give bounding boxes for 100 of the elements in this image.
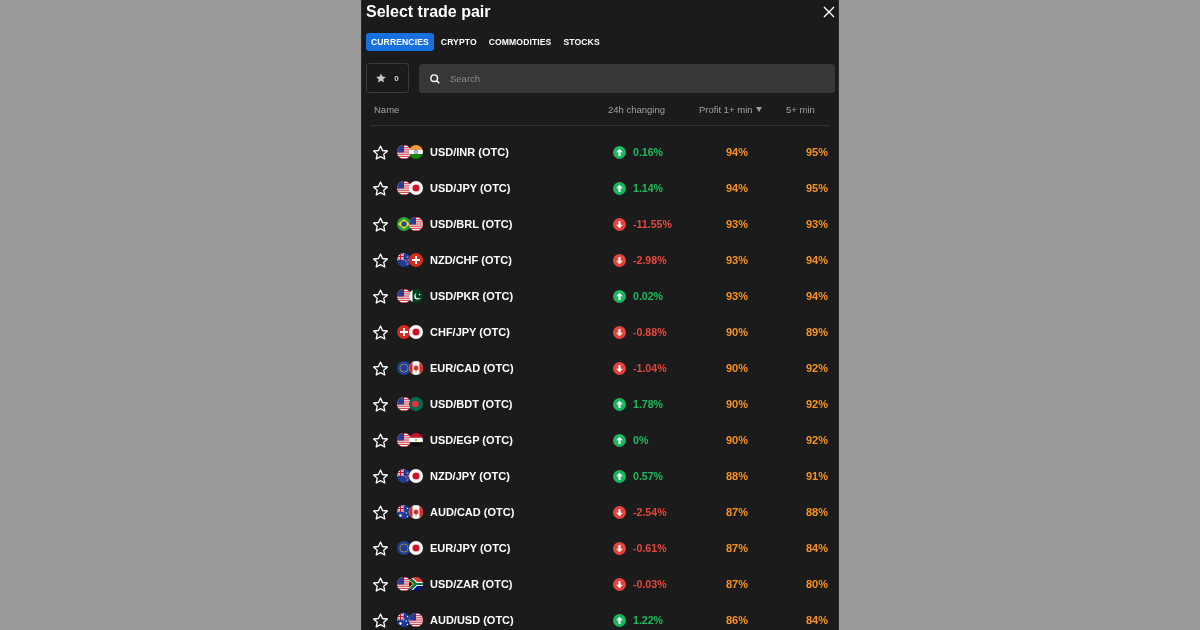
search-field[interactable]: Search [419, 64, 835, 93]
profit-value: 87% [725, 578, 749, 590]
profit-value: 88% [805, 506, 829, 518]
profit-value: 91% [805, 470, 829, 482]
profit-value: 92% [805, 398, 829, 410]
change-value: 0% [633, 434, 649, 446]
profit-value: 89% [805, 326, 829, 338]
pair-name: USD/PKR (OTC) [430, 290, 514, 302]
arrow-up-icon [613, 145, 626, 159]
profit-value: 94% [725, 182, 749, 194]
favorite-star-icon[interactable] [373, 324, 388, 340]
flag-pair-icon [397, 397, 423, 411]
change-value: -2.98% [633, 254, 667, 266]
pair-name: USD/BRL (OTC) [430, 218, 513, 230]
profit-value: 86% [725, 614, 749, 626]
arrow-down-icon [613, 325, 626, 339]
change-value: 0.57% [633, 470, 664, 482]
column-header[interactable]: Profit 1+ min [699, 104, 762, 115]
profit-value: 88% [725, 470, 749, 482]
favorite-star-icon[interactable] [373, 396, 388, 412]
dialog-title: Select trade pair [366, 2, 491, 22]
change-value: -0.88% [633, 326, 667, 338]
flag-pair-icon [397, 217, 423, 231]
favorite-star-icon[interactable] [373, 468, 388, 484]
star-icon [376, 73, 387, 83]
flag-pair-icon [397, 433, 423, 447]
profit-value: 93% [725, 254, 749, 266]
pair-name: CHF/JPY (OTC) [430, 326, 510, 338]
pair-name: NZD/CHF (OTC) [430, 254, 512, 266]
favorite-star-icon[interactable] [373, 360, 388, 376]
favorite-star-icon[interactable] [373, 432, 388, 448]
change-value: -0.03% [633, 578, 667, 590]
flag-pair-icon [397, 181, 423, 195]
pair-name: AUD/USD (OTC) [430, 614, 514, 626]
arrow-up-icon [613, 181, 626, 195]
flag-pair-icon [397, 253, 423, 267]
pair-name: AUD/CAD (OTC) [430, 506, 515, 518]
change-value: -2.54% [633, 506, 667, 518]
profit-value: 90% [725, 362, 749, 374]
pair-name: USD/INR (OTC) [430, 146, 509, 158]
category-tab[interactable]: CRYPTO [435, 33, 482, 51]
favorite-star-icon[interactable] [373, 576, 388, 592]
arrow-up-icon [613, 613, 626, 627]
close-icon[interactable] [823, 6, 835, 18]
pair-name: USD/BDT (OTC) [430, 398, 513, 410]
arrow-up-icon [613, 397, 626, 411]
arrow-down-icon [613, 361, 626, 375]
category-tab[interactable]: CURRENCIES [366, 33, 434, 51]
favorite-star-icon[interactable] [373, 216, 388, 232]
arrow-up-icon [613, 433, 626, 447]
profit-value: 94% [725, 146, 749, 158]
arrow-down-icon [613, 217, 626, 231]
profit-value: 95% [805, 182, 829, 194]
change-value: 1.14% [633, 182, 664, 194]
profit-value: 95% [805, 146, 829, 158]
column-header[interactable]: 5+ min [786, 104, 815, 115]
flag-pair-icon [397, 289, 423, 303]
profit-value: 84% [805, 542, 829, 554]
flag-pair-icon [397, 325, 423, 339]
profit-value: 94% [805, 290, 829, 302]
column-header[interactable]: 24h changing [608, 104, 666, 115]
pair-name: USD/ZAR (OTC) [430, 578, 513, 590]
change-value: 0.02% [633, 290, 664, 302]
arrow-down-icon [613, 577, 626, 591]
arrow-down-icon [613, 541, 626, 555]
flag-pair-icon [397, 541, 423, 555]
column-header[interactable]: Name [374, 104, 400, 115]
favorite-star-icon[interactable] [373, 144, 388, 160]
change-value: -11.55% [633, 218, 672, 230]
favorite-star-icon[interactable] [373, 540, 388, 556]
category-tab[interactable]: COMMODITIES [483, 33, 557, 51]
profit-value: 92% [805, 362, 829, 374]
flag-pair-icon [397, 613, 423, 627]
change-value: 0.16% [633, 146, 664, 158]
profit-value: 93% [805, 218, 829, 230]
flag-pair-icon [397, 577, 423, 591]
arrow-up-icon [613, 469, 626, 483]
profit-value: 87% [725, 542, 749, 554]
favorite-star-icon[interactable] [373, 288, 388, 304]
arrow-up-icon [613, 289, 626, 303]
profit-value: 92% [805, 434, 829, 446]
profit-value: 90% [725, 398, 749, 410]
favorite-star-icon[interactable] [373, 252, 388, 268]
search-icon [430, 74, 440, 84]
pair-name: USD/JPY (OTC) [430, 182, 511, 194]
flag-pair-icon [397, 505, 423, 519]
flag-pair-icon [397, 145, 423, 159]
profit-value: 87% [725, 506, 749, 518]
arrow-down-icon [613, 253, 626, 267]
favorite-star-icon[interactable] [373, 504, 388, 520]
arrow-down-icon [613, 505, 626, 519]
profit-value: 84% [805, 614, 829, 626]
favorite-star-icon[interactable] [373, 180, 388, 196]
profit-value: 93% [725, 290, 749, 302]
change-value: -1.04% [633, 362, 667, 374]
favorites-filter-button[interactable]: 0 [366, 63, 409, 93]
change-value: 1.22% [633, 614, 664, 626]
profit-value: 93% [725, 218, 749, 230]
favorite-star-icon[interactable] [373, 612, 388, 628]
category-tab[interactable]: STOCKS [558, 33, 605, 51]
